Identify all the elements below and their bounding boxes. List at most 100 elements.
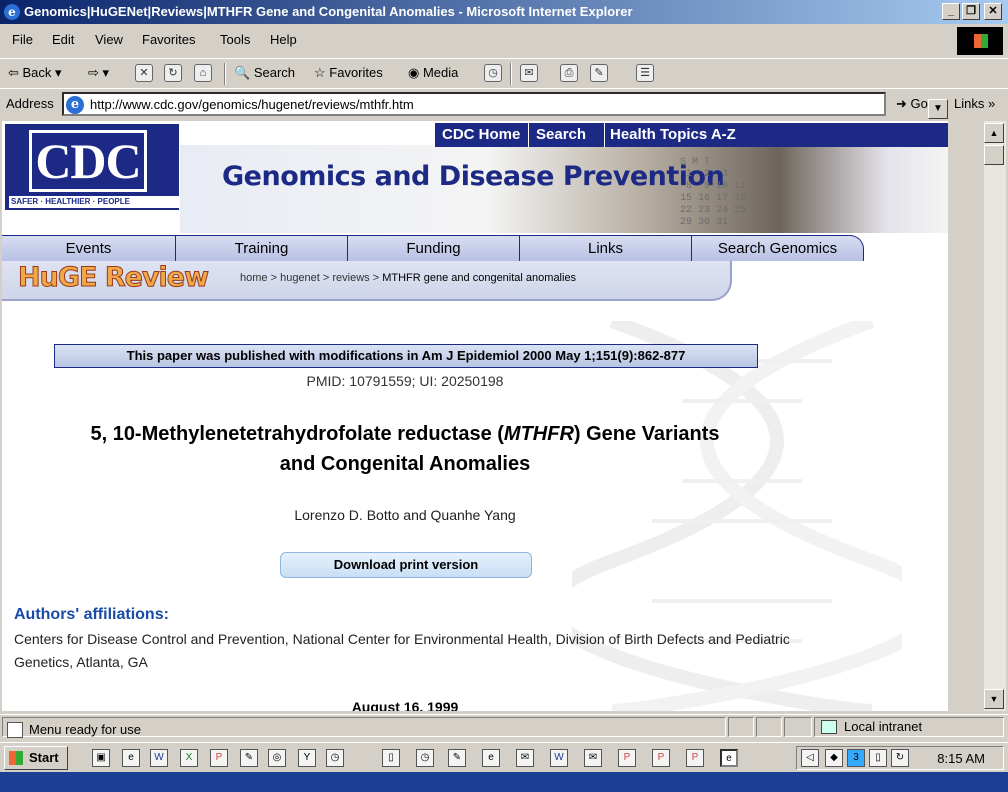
site-banner: Genomics and Disease Prevention S M T 1 … (180, 145, 948, 233)
huge-review-logo[interactable]: HuGE Review (17, 262, 209, 294)
menu-edit[interactable]: Edit (52, 32, 74, 47)
system-tray: ◁ ◆ 3 ▯ ↻ 8:15 AM (796, 746, 1004, 770)
download-print-button[interactable]: Download print version (280, 552, 532, 578)
page-icon: e (66, 96, 84, 114)
task-ie-icon[interactable]: e (482, 749, 500, 767)
clock: 8:15 AM (937, 751, 985, 766)
breadcrumb-hugenet[interactable]: hugenet (280, 272, 320, 284)
antenna-icon[interactable]: Y (298, 749, 316, 767)
taskbar: Start ▣ e W X P ✎ ◎ Y ◷ ▯ ◷ ✎ e ✉ W ✉ P … (0, 742, 1008, 772)
tab-events[interactable]: Events (2, 235, 176, 261)
banner-title: Genomics and Disease Prevention (222, 161, 725, 192)
history-icon[interactable]: ◷ (484, 64, 502, 82)
forward-button[interactable]: ⇨ ▾ (88, 65, 109, 81)
stop-icon[interactable]: ✕ (135, 64, 153, 82)
excel-icon[interactable]: X (180, 749, 198, 767)
cdc-logo-text: CDC (29, 130, 147, 192)
breadcrumb-home[interactable]: home (240, 272, 268, 284)
task-ppt2-icon[interactable]: P (652, 749, 670, 767)
menu-tools[interactable]: Tools (220, 32, 250, 47)
discuss-icon[interactable]: ☰ (636, 64, 654, 82)
address-bar: Address e http://www.cdc.gov/genomics/hu… (0, 88, 1008, 119)
task-handheld-icon[interactable]: ▯ (382, 749, 400, 767)
menu-file[interactable]: File (12, 32, 33, 47)
article-authors: Lorenzo D. Botto and Quanhe Yang (294, 507, 516, 523)
scroll-thumb[interactable] (984, 145, 1004, 165)
breadcrumb: home > hugenet > reviews > MTHFR gene an… (240, 272, 577, 284)
nav-health-topics[interactable]: Health Topics A-Z (610, 126, 736, 143)
word-icon[interactable]: W (150, 749, 168, 767)
address-dropdown-icon[interactable]: ▼ (928, 99, 948, 119)
task-ie-active-icon[interactable]: e (720, 749, 738, 767)
task-clock-icon[interactable]: ◷ (416, 749, 434, 767)
title-bar[interactable]: e Genomics|HuGENet|Reviews|MTHFR Gene an… (0, 0, 1008, 24)
refresh-icon[interactable]: ↻ (164, 64, 182, 82)
start-button[interactable]: Start (4, 746, 68, 770)
nav-search[interactable]: Search (536, 126, 586, 143)
menu-bar: File Edit View Favorites Tools Help (0, 28, 1008, 52)
banner-calendar: S M T 1 2 3 8 9 10 11 15 16 17 18 22 23 … (680, 157, 747, 228)
scroll-down-icon[interactable]: ▼ (984, 689, 1004, 709)
tray-net-icon[interactable]: 3 (847, 749, 865, 767)
article-title-line1: 5, 10-Methylenetetrahydrofolate reductas… (90, 423, 720, 445)
home-icon[interactable]: ⌂ (194, 64, 212, 82)
task-word-icon[interactable]: W (550, 749, 568, 767)
toolbar: ⇦ Back ▾ ⇨ ▾ ✕ ↻ ⌂ 🔍 Search ☆ Favorites … (0, 58, 1008, 86)
ie-quicklaunch-icon[interactable]: e (122, 749, 140, 767)
tab-funding[interactable]: Funding (348, 235, 520, 261)
maximize-button[interactable]: ❐ (962, 3, 980, 20)
edit-icon[interactable]: ✎ (590, 64, 608, 82)
breadcrumb-current: MTHFR gene and congenital anomalies (382, 272, 577, 284)
tab-search-genomics[interactable]: Search Genomics (692, 235, 864, 261)
links-button[interactable]: Links » (954, 96, 995, 111)
section-bar: HuGE Review home > hugenet > reviews > M… (2, 261, 732, 301)
desktop-icon[interactable]: ▣ (92, 749, 110, 767)
task-mail2-icon[interactable]: ✉ (584, 749, 602, 767)
media-button[interactable]: ◉ Media (408, 65, 458, 81)
ie-icon[interactable]: e (4, 4, 20, 20)
menu-favorites[interactable]: Favorites (142, 32, 195, 47)
minimize-button[interactable]: _ (942, 3, 960, 20)
cdc-logo[interactable]: CDC SAFER · HEALTHIER · PEOPLE (4, 123, 180, 211)
address-url[interactable]: http://www.cdc.gov/genomics/hugenet/revi… (90, 97, 414, 112)
paint-icon[interactable]: ✎ (240, 749, 258, 767)
pmid: PMID: 10791559; UI: 20250198 (306, 373, 504, 389)
address-label: Address (6, 96, 54, 111)
task-paint-icon[interactable]: ✎ (448, 749, 466, 767)
powerpoint-icon[interactable]: P (210, 749, 228, 767)
search-button[interactable]: 🔍 Search (234, 65, 295, 81)
task-ppt3-icon[interactable]: P (686, 749, 704, 767)
publication-note: This paper was published with modificati… (54, 344, 758, 368)
mail-icon[interactable]: ✉ (520, 64, 538, 82)
volume-icon[interactable]: ◁ (801, 749, 819, 767)
menu-view[interactable]: View (95, 32, 123, 47)
task-mail-icon[interactable]: ✉ (516, 749, 534, 767)
article-title-line2: and Congenital Anomalies (279, 453, 531, 475)
ie-window: e Genomics|HuGENet|Reviews|MTHFR Gene an… (0, 0, 1008, 744)
tray-app-icon[interactable]: ◆ (825, 749, 843, 767)
page-viewport[interactable]: Genomics and Disease Prevention S M T 1 … (2, 121, 948, 711)
scroll-up-icon[interactable]: ▲ (984, 123, 1004, 143)
menu-help[interactable]: Help (270, 32, 297, 47)
back-button[interactable]: ⇦ Back ▾ (8, 65, 62, 81)
go-button[interactable]: ➜ Go (896, 96, 928, 112)
main-nav: Events Training Funding Links Search Gen… (2, 235, 864, 261)
vertical-scrollbar[interactable]: ▲ ▼ (948, 121, 1006, 711)
address-input[interactable]: e http://www.cdc.gov/genomics/hugenet/re… (62, 92, 948, 119)
network-icon[interactable]: ◎ (268, 749, 286, 767)
nav-cdc-home[interactable]: CDC Home (442, 126, 520, 143)
task-ppt1-icon[interactable]: P (618, 749, 636, 767)
breadcrumb-reviews[interactable]: reviews (332, 272, 369, 284)
tab-training[interactable]: Training (176, 235, 348, 261)
close-button[interactable]: ✕ (984, 3, 1002, 20)
favorites-button[interactable]: ☆ Favorites (314, 65, 383, 81)
cdc-tagline: SAFER · HEALTHIER · PEOPLE (9, 196, 179, 208)
windows-logo-icon (957, 27, 1003, 55)
article-date: August 16, 1999 (351, 699, 459, 711)
print-icon[interactable]: ⎙ (560, 64, 578, 82)
tray-device-icon[interactable]: ▯ (869, 749, 887, 767)
tray-sync-icon[interactable]: ↻ (891, 749, 909, 767)
tab-links[interactable]: Links (520, 235, 692, 261)
clock-app-icon[interactable]: ◷ (326, 749, 344, 767)
affiliations-heading: Authors' affiliations: (14, 606, 169, 623)
